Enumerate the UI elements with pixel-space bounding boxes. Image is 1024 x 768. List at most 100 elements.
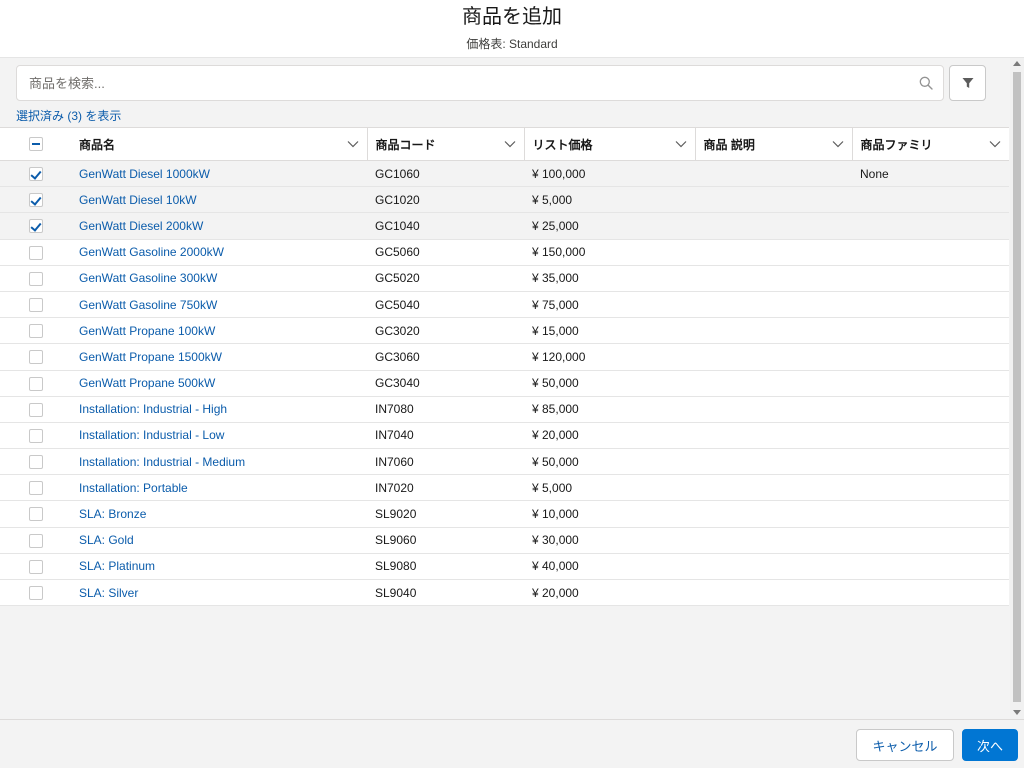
table-row[interactable]: GenWatt Propane 500kW GC3040 ¥ 50,000 [0,370,1009,397]
product-family-cell [852,579,1009,607]
product-name-cell: GenWatt Propane 1500kW [71,343,367,371]
chevron-down-icon[interactable] [504,140,516,148]
product-name-cell: GenWatt Diesel 1000kW [71,160,367,188]
row-select-cell [0,212,71,240]
row-checkbox[interactable] [28,245,43,260]
row-checkbox[interactable] [28,559,43,574]
cancel-button[interactable]: キャンセル [856,729,954,761]
chevron-down-icon[interactable] [989,140,1001,148]
column-header-family[interactable]: 商品ファミリ [852,127,1009,161]
row-checkbox[interactable] [28,507,43,522]
table-row[interactable]: Installation: Industrial - Low IN7040 ¥ 20… [0,422,1009,450]
chevron-down-icon[interactable] [347,140,359,148]
chevron-down-icon[interactable] [832,140,844,148]
product-name-link[interactable]: Installation: Portable [79,481,188,495]
products-table-container: 商品名 商品コード リスト価格 商品 説明 商品ファミリ GenWatt Die… [0,127,1009,607]
product-code-cell: SL9080 [367,553,524,581]
table-row[interactable]: GenWatt Gasoline 2000kW GC5060 ¥ 150,000 [0,239,1009,266]
search-input[interactable] [17,66,897,100]
select-all-checkbox[interactable] [28,137,43,152]
product-name-link[interactable]: SLA: Gold [79,533,134,547]
product-name-link[interactable]: Installation: Industrial - Medium [79,455,245,469]
table-row[interactable]: GenWatt Gasoline 750kW GC5040 ¥ 75,000 [0,291,1009,319]
list-price-cell: ¥ 5,000 [524,474,695,502]
product-family-cell [852,370,1009,397]
product-name-cell: Installation: Industrial - Medium [71,448,367,476]
products-table: 商品名 商品コード リスト価格 商品 説明 商品ファミリ GenWatt Die… [0,127,1009,607]
column-header-name[interactable]: 商品名 [71,127,368,161]
product-name-link[interactable]: GenWatt Gasoline 300kW [79,271,217,285]
table-row[interactable]: GenWatt Diesel 200kW GC1040 ¥ 25,000 [0,212,1009,240]
table-row[interactable]: SLA: Bronze SL9020 ¥ 10,000 [0,500,1009,528]
product-name-link[interactable]: SLA: Platinum [79,559,155,573]
product-name-cell: GenWatt Gasoline 2000kW [71,239,367,266]
row-checkbox[interactable] [28,481,43,496]
table-row[interactable]: SLA: Silver SL9040 ¥ 20,000 [0,579,1009,607]
row-checkbox[interactable] [28,402,43,417]
table-row[interactable]: GenWatt Diesel 10kW GC1020 ¥ 5,000 [0,186,1009,214]
row-checkbox[interactable] [28,219,43,234]
product-name-link[interactable]: SLA: Bronze [79,507,146,521]
scroll-up-arrow-icon[interactable] [1013,61,1021,66]
row-checkbox[interactable] [28,586,43,600]
modal-footer: キャンセル 次へ [0,719,1024,768]
row-checkbox[interactable] [28,428,43,443]
table-row[interactable]: SLA: Gold SL9060 ¥ 30,000 [0,527,1009,554]
chevron-down-icon[interactable] [675,140,687,148]
list-price-cell: ¥ 40,000 [524,553,695,581]
table-row[interactable]: Installation: Industrial - High IN7080 ¥ 8… [0,396,1009,423]
table-header-row: 商品名 商品コード リスト価格 商品 説明 商品ファミリ [0,127,1009,161]
product-name-cell: Installation: Industrial - High [71,396,367,423]
table-row[interactable]: SLA: Platinum SL9080 ¥ 40,000 [0,553,1009,581]
product-name-link[interactable]: GenWatt Propane 500kW [79,376,215,390]
product-name-link[interactable]: GenWatt Gasoline 2000kW [79,245,224,259]
row-select-cell [0,579,71,607]
list-price-cell: ¥ 10,000 [524,500,695,528]
product-name-link[interactable]: SLA: Silver [79,586,138,600]
row-checkbox[interactable] [28,297,43,312]
scroll-down-arrow-icon[interactable] [1013,710,1021,715]
list-price-cell: ¥ 15,000 [524,317,695,345]
row-checkbox[interactable] [28,271,43,286]
filter-button[interactable] [949,65,986,101]
row-checkbox[interactable] [28,324,43,339]
table-row[interactable]: GenWatt Gasoline 300kW GC5020 ¥ 35,000 [0,265,1009,292]
product-code-cell: GC1040 [367,212,524,240]
description-cell [695,396,852,423]
row-checkbox[interactable] [28,167,43,181]
row-select-cell [0,317,71,345]
product-code-cell: GC5040 [367,291,524,319]
show-selected-link[interactable]: 選択済み (3) を表示 [16,107,121,124]
column-header-description[interactable]: 商品 説明 [695,127,853,161]
product-name-link[interactable]: Installation: Industrial - Low [79,428,224,442]
description-cell [695,579,852,607]
product-name-link[interactable]: Installation: Industrial - High [79,402,227,416]
row-select-cell [0,370,71,397]
row-checkbox[interactable] [28,533,43,548]
product-name-link[interactable]: GenWatt Diesel 200kW [79,219,203,233]
table-row[interactable]: GenWatt Diesel 1000kW GC1060 ¥ 100,000 None [0,160,1009,188]
product-code-cell: IN7080 [367,396,524,423]
description-cell [695,186,852,214]
table-row[interactable]: GenWatt Propane 100kW GC3020 ¥ 15,000 [0,317,1009,345]
table-row[interactable]: Installation: Industrial - Medium IN7060 ¥… [0,448,1009,476]
table-row[interactable]: GenWatt Propane 1500kW GC3060 ¥ 120,000 [0,343,1009,371]
table-row[interactable]: Installation: Portable IN7020 ¥ 5,000 [0,474,1009,502]
column-header-price[interactable]: リスト価格 [524,127,696,161]
scroll-thumb[interactable] [1013,72,1021,702]
column-header-code[interactable]: 商品コード [367,127,525,161]
product-name-cell: GenWatt Propane 100kW [71,317,367,345]
row-checkbox[interactable] [28,350,43,365]
next-button[interactable]: 次へ [962,729,1018,761]
product-code-cell: IN7060 [367,448,524,476]
row-checkbox[interactable] [28,455,43,470]
row-select-cell [0,500,71,528]
product-name-link[interactable]: GenWatt Propane 100kW [79,324,215,338]
product-name-link[interactable]: GenWatt Diesel 1000kW [79,167,210,181]
product-name-link[interactable]: GenWatt Gasoline 750kW [79,298,217,312]
product-name-link[interactable]: GenWatt Diesel 10kW [79,193,197,207]
row-checkbox[interactable] [28,376,43,391]
row-checkbox[interactable] [28,193,43,208]
vertical-scrollbar[interactable] [1010,58,1024,719]
product-name-link[interactable]: GenWatt Propane 1500kW [79,350,222,364]
